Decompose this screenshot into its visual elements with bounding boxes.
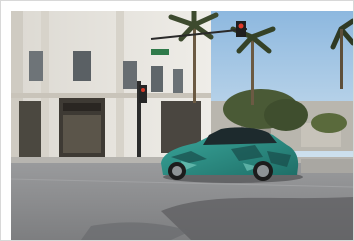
street-photo <box>11 11 353 240</box>
street-scene <box>11 11 353 240</box>
tree-shadow <box>161 197 353 240</box>
building-left <box>11 11 211 161</box>
photo-frame <box>0 0 354 241</box>
